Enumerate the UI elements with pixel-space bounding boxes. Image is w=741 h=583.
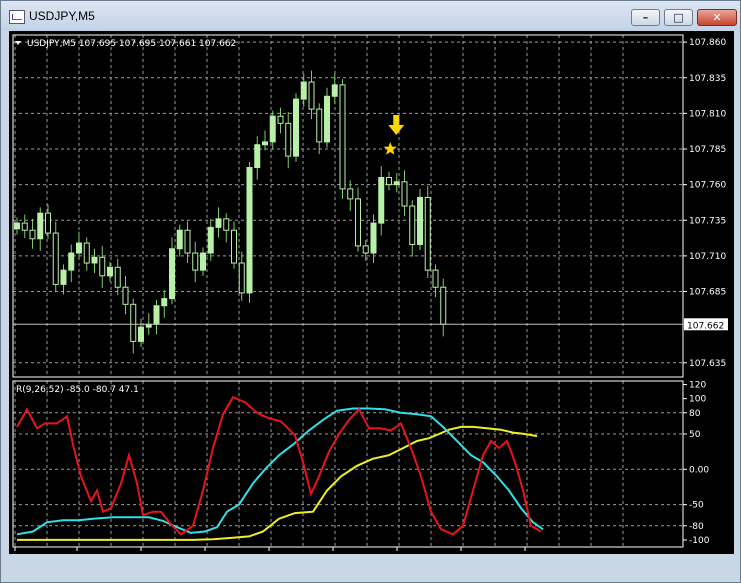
candle-body	[130, 303, 137, 342]
candle-body	[285, 122, 292, 157]
indicator-axis-label: 100	[689, 395, 706, 405]
price-axis-label: 107.735	[689, 216, 726, 226]
candle-body	[68, 252, 75, 271]
candle-body	[432, 269, 439, 288]
indicator-axis-label: -80	[689, 522, 704, 532]
price-axis-label: 107.760	[689, 181, 726, 191]
collapse-triangle-icon[interactable]	[15, 41, 21, 45]
indicator-axis-label: 50	[689, 430, 701, 440]
candle-body	[308, 81, 315, 110]
chart-window: USDJPY,M5 – □ ✕ 107.860 107.835 107.810 107…	[0, 0, 741, 583]
indicator-axis-label: 0.00	[689, 465, 709, 475]
price-axis-label: 107.835	[689, 74, 726, 84]
close-icon: ✕	[712, 11, 722, 24]
candle-body	[269, 115, 276, 143]
candle-body	[138, 326, 144, 342]
candle-body	[215, 218, 222, 228]
candle-body	[161, 298, 168, 307]
candle-body	[223, 218, 230, 231]
indicator-panel-border	[12, 380, 684, 548]
candle-body	[21, 222, 28, 231]
price-axis-label: 107.710	[689, 252, 726, 262]
candle-body	[99, 256, 106, 277]
title-bar[interactable]: USDJPY,M5 – □ ✕	[1, 1, 740, 31]
candle-body	[386, 177, 392, 186]
candle-body	[37, 212, 44, 240]
indicator-axis-label: -50	[689, 501, 704, 511]
close-button[interactable]: ✕	[697, 9, 737, 26]
candle-body	[417, 196, 423, 245]
star-icon	[383, 142, 397, 155]
candle-body	[114, 266, 121, 288]
candle-body	[107, 266, 113, 277]
chart-grid	[13, 35, 683, 547]
candle-body	[401, 181, 408, 207]
candle-body	[393, 181, 400, 186]
axes: 107.860 107.835 107.810 107.785 107.760 107.7…	[12, 34, 728, 551]
candle-body	[409, 205, 416, 245]
candle-body	[424, 196, 431, 271]
arrow-down-icon	[388, 115, 405, 135]
candle-body	[52, 232, 59, 285]
indicator-header: R(9,26,52) -85.0 -80.7 47.1	[16, 385, 139, 395]
candle-body	[14, 222, 20, 230]
candle-body	[169, 248, 175, 300]
indicator-lines	[16, 395, 544, 541]
candle-body	[300, 81, 307, 100]
current-price-label: 107.662	[687, 321, 724, 331]
candle-body	[184, 229, 191, 254]
candle-body	[207, 226, 214, 254]
main-panel-border	[12, 34, 684, 378]
maximize-icon: □	[673, 11, 684, 24]
chart-window-icon	[9, 10, 25, 24]
candle-body	[331, 84, 338, 97]
minimize-button[interactable]: –	[631, 9, 660, 26]
candle-body	[76, 242, 82, 254]
minimize-icon: –	[642, 11, 649, 24]
candle-body	[362, 245, 369, 254]
candle-body	[339, 84, 346, 190]
candle-body	[378, 177, 385, 224]
window-title: USDJPY,M5	[29, 9, 95, 23]
candle-body	[60, 269, 67, 285]
candle-body	[238, 262, 245, 294]
candle-body	[176, 229, 183, 250]
candle-body	[45, 212, 51, 234]
candle-body	[29, 229, 36, 240]
indicator-axis-label: 80	[689, 409, 701, 419]
indicator-axis-label: -100	[689, 536, 710, 546]
chart-area[interactable]: 107.860 107.835 107.810 107.785 107.760 107.7…	[9, 31, 734, 554]
candle-body	[200, 252, 206, 271]
candle-body	[440, 286, 447, 325]
price-axis-label: 107.860	[689, 38, 726, 48]
candle-body	[277, 115, 284, 124]
price-axis-label: 107.785	[689, 145, 726, 155]
candle-body	[254, 144, 261, 169]
candle-body	[91, 256, 98, 264]
price-header: USDJPY,M5 107.695 107.695 107.661 107.66…	[27, 39, 236, 49]
candle-body	[370, 222, 377, 254]
maximize-button[interactable]: □	[664, 9, 693, 26]
candle-body	[231, 229, 237, 264]
candle-body	[262, 141, 268, 146]
price-axis-label: 107.685	[689, 288, 726, 298]
indicator-axis-label: 120	[689, 381, 706, 391]
candle-body	[122, 286, 129, 305]
indicator-line-red	[16, 395, 542, 536]
candle-body	[316, 108, 323, 143]
candle-body	[355, 198, 361, 247]
candle-body	[324, 95, 330, 143]
candle-body	[192, 252, 199, 271]
candle-body	[153, 305, 160, 325]
candle-body	[293, 98, 299, 157]
price-axis-label: 107.810	[689, 109, 726, 119]
price-axis-label: 107.635	[689, 359, 726, 369]
candle-body	[246, 167, 253, 294]
candle-body	[83, 242, 90, 264]
chart-canvas[interactable]: 107.860 107.835 107.810 107.785 107.760 107.7…	[9, 31, 734, 554]
candle-body	[347, 188, 354, 200]
